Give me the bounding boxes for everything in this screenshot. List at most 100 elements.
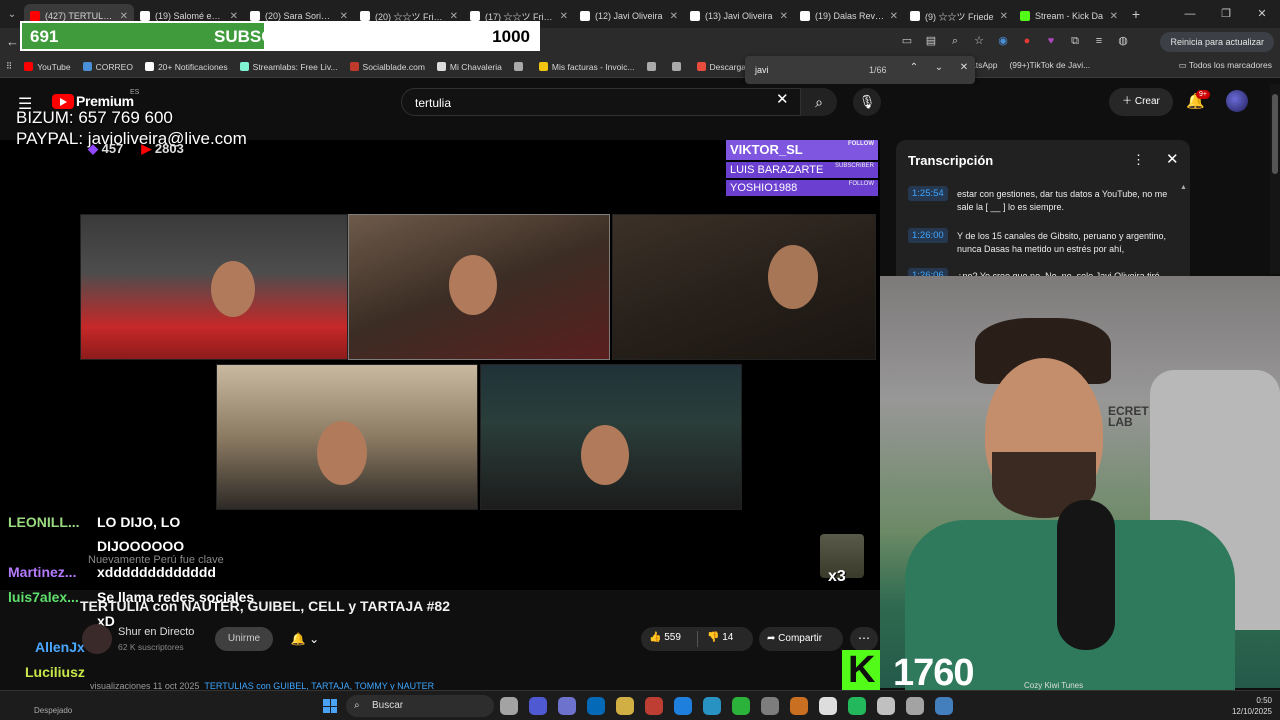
- taskbar-app-icon[interactable]: [529, 697, 547, 715]
- create-button[interactable]: ＋ Crear: [1109, 88, 1173, 116]
- dislike-button[interactable]: 👎 14: [707, 632, 733, 643]
- bookmark-item[interactable]: CORREO: [77, 62, 139, 72]
- bookmark-item[interactable]: Socialblade.com: [344, 62, 431, 72]
- close-window-icon[interactable]: ✕: [1244, 0, 1280, 28]
- browser-tab[interactable]: Stream - Kick Da ✕: [1014, 4, 1124, 28]
- transcript-timestamp[interactable]: 1:26:00: [908, 228, 948, 243]
- reader-icon[interactable]: ▤: [924, 34, 938, 48]
- apps-icon[interactable]: ⠿: [0, 61, 18, 72]
- taskbar-app-icon[interactable]: [935, 697, 953, 715]
- taskbar-app-icon[interactable]: [674, 697, 692, 715]
- screen-cast-icon[interactable]: ▭: [900, 34, 914, 48]
- bookmark-favicon-icon: [82, 62, 92, 71]
- tab-close-icon[interactable]: ✕: [120, 11, 128, 22]
- browser-tab[interactable]: (19) Dalas Review ✕: [794, 4, 904, 28]
- find-input[interactable]: javi: [755, 65, 769, 75]
- join-button[interactable]: Unirme: [215, 627, 273, 651]
- bookmark-item[interactable]: [508, 62, 533, 72]
- taskbar-app-icon[interactable]: [790, 697, 808, 715]
- plus-icon: ＋: [1122, 96, 1135, 107]
- transcript-timestamp[interactable]: 1:25:54: [908, 186, 948, 201]
- channel-avatar[interactable]: [82, 624, 112, 654]
- system-clock[interactable]: 0:50 12/10/2025: [1232, 695, 1272, 717]
- windows-start-icon[interactable]: [323, 699, 337, 713]
- zoom-icon[interactable]: ⌕: [948, 34, 962, 48]
- tab-close-icon[interactable]: ✕: [230, 11, 238, 22]
- tab-close-icon[interactable]: ✕: [1110, 11, 1118, 22]
- find-bar: javi 1/66 ⌃ ⌄ ✕: [745, 56, 975, 84]
- voice-search-button[interactable]: 🎙: [853, 88, 881, 116]
- taskbar-search[interactable]: ⌕ Buscar: [346, 695, 494, 717]
- update-button[interactable]: Reinicia para actualizar: [1160, 32, 1274, 52]
- tab-close-icon[interactable]: ✕: [780, 11, 788, 22]
- bookmark-item[interactable]: (99+)TikTok de Javi...: [1003, 60, 1096, 70]
- browser-tab[interactable]: (12) Javi Oliveira ✕: [574, 4, 684, 28]
- taskbar-app-icon[interactable]: [558, 697, 576, 715]
- minimize-icon[interactable]: —: [1172, 0, 1208, 28]
- kick-follower-count: 1760: [893, 652, 975, 694]
- taskbar-app-icon[interactable]: [732, 697, 750, 715]
- profile-icon[interactable]: ◍: [1116, 34, 1130, 48]
- bookmark-item[interactable]: [666, 62, 691, 72]
- bookmark-star-icon[interactable]: ☆: [972, 34, 986, 48]
- taskbar-app-icon[interactable]: [877, 697, 895, 715]
- bookmark-item[interactable]: Mis facturas - Invoic...: [533, 62, 641, 72]
- share-button[interactable]: ➦ Compartir: [759, 627, 843, 651]
- more-actions-icon[interactable]: ⋯: [850, 627, 878, 651]
- tab-close-icon[interactable]: ✕: [340, 11, 348, 22]
- bookmark-favicon-icon: [436, 62, 446, 71]
- taskbar-app-icon[interactable]: [848, 697, 866, 715]
- weather-widget[interactable]: Despejado: [34, 706, 72, 715]
- taskbar-app-icon[interactable]: [906, 697, 924, 715]
- tab-close-icon[interactable]: ✕: [1000, 11, 1008, 22]
- scroll-up-icon[interactable]: ▲: [1180, 184, 1187, 191]
- browser-tab[interactable]: (13) Javi Oliveira ✕: [684, 4, 794, 28]
- new-tab-button[interactable]: +: [1124, 6, 1148, 22]
- search-input[interactable]: tertulia: [401, 88, 801, 116]
- maximize-icon[interactable]: ❐: [1208, 0, 1244, 28]
- bookmark-label: Socialblade.com: [362, 61, 425, 72]
- youtube-viewers: 2803: [154, 141, 184, 156]
- extension-icon[interactable]: ●: [1020, 34, 1034, 48]
- bookmark-item[interactable]: Streamlabs: Free Liv...: [234, 62, 344, 72]
- extension-icon[interactable]: ♥: [1044, 34, 1058, 48]
- kebab-menu-icon[interactable]: ⋮: [1132, 152, 1145, 168]
- page-scrollbar[interactable]: [1270, 84, 1280, 274]
- youtube-logo[interactable]: [52, 94, 74, 109]
- taskbar-app-icon[interactable]: [703, 697, 721, 715]
- puzzle-icon[interactable]: ⧉: [1068, 34, 1082, 48]
- all-bookmarks-link[interactable]: ▭ Todos los marcadores: [1179, 60, 1272, 71]
- search-button[interactable]: ⌕: [801, 88, 837, 116]
- tab-close-icon[interactable]: ✕: [560, 11, 568, 22]
- find-next-icon[interactable]: ⌄: [932, 62, 946, 73]
- toolbar-icons: ▭ ▤ ⌕ ☆ ◉ ● ♥ ⧉ ≡ ◍: [900, 34, 1130, 48]
- tab-favicon-icon: [250, 11, 260, 21]
- back-arrow-icon[interactable]: ←: [6, 34, 19, 49]
- taskbar-app-icon[interactable]: [500, 697, 518, 715]
- bookmark-item[interactable]: Mi Chavaleria: [431, 62, 508, 72]
- subscription-bell-button[interactable]: 🔔 ⌄: [280, 627, 330, 651]
- like-button[interactable]: 👍 559: [649, 632, 681, 643]
- taskbar-app-icon[interactable]: [761, 697, 779, 715]
- bookmark-item[interactable]: YouTube: [18, 62, 76, 72]
- close-icon[interactable]: ✕: [1166, 150, 1179, 168]
- avatar[interactable]: [1226, 90, 1248, 112]
- scrollbar-thumb[interactable]: [1272, 94, 1278, 174]
- taskbar-app-icon[interactable]: [587, 697, 605, 715]
- tab-close-icon[interactable]: ✕: [450, 11, 458, 22]
- taskbar-app-icon[interactable]: [616, 697, 634, 715]
- bookmark-item[interactable]: 20+ Notificaciones: [139, 62, 234, 72]
- tab-close-icon[interactable]: ✕: [890, 11, 898, 22]
- youtube-brand[interactable]: Premium: [76, 93, 134, 109]
- tab-close-icon[interactable]: ✕: [670, 11, 678, 22]
- extension-icon[interactable]: ◉: [996, 34, 1010, 48]
- clear-search-icon[interactable]: ✕: [776, 90, 789, 108]
- find-close-icon[interactable]: ✕: [957, 62, 971, 73]
- find-prev-icon[interactable]: ⌃: [907, 62, 921, 73]
- bookmark-item[interactable]: [641, 62, 666, 72]
- browser-tab[interactable]: (9) ☆☆ツ Friede ✕: [904, 4, 1014, 28]
- channel-name[interactable]: Shur en Directo: [118, 626, 194, 638]
- reading-list-icon[interactable]: ≡: [1092, 34, 1106, 48]
- taskbar-app-icon[interactable]: [819, 697, 837, 715]
- taskbar-app-icon[interactable]: [645, 697, 663, 715]
